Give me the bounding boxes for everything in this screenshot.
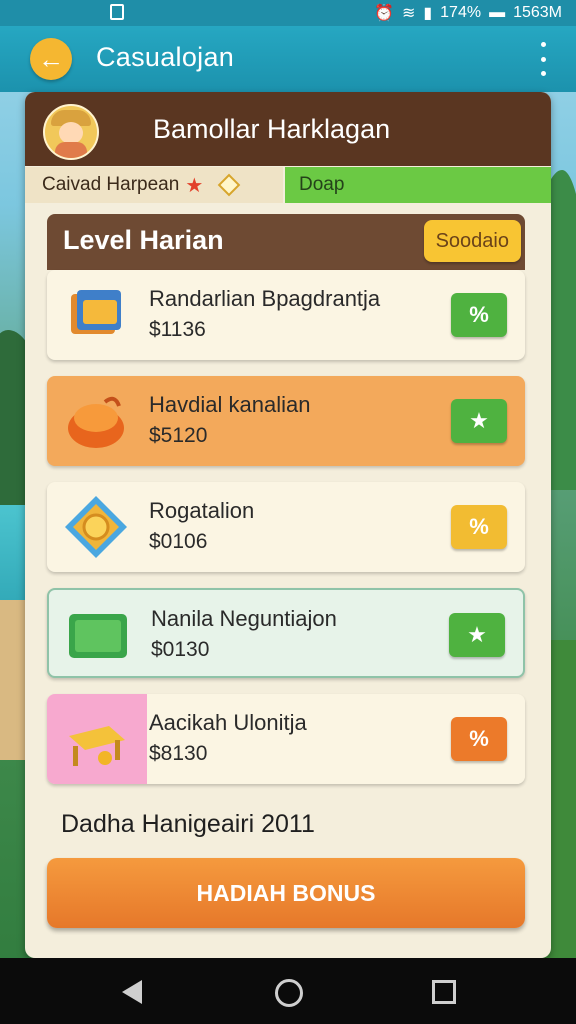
- level-action-button[interactable]: Soodaio: [423, 220, 521, 262]
- stack-icon: [71, 290, 121, 334]
- diamond-icon: [217, 173, 241, 197]
- nav-back-icon[interactable]: [122, 980, 142, 1004]
- level-item[interactable]: Rogatalion $0106 %: [47, 482, 525, 572]
- item-price: $5120: [149, 424, 208, 447]
- chair-icon: [69, 726, 125, 766]
- item-price: $1136: [149, 318, 206, 341]
- more-dot: [540, 56, 546, 62]
- level-item[interactable]: Randarlian Bpagdrantja $1136 %: [47, 270, 525, 360]
- item-action-button[interactable]: ★: [451, 399, 507, 443]
- signal-icon: ▮: [423, 5, 433, 22]
- app-bar: ← Casualojan: [0, 26, 576, 92]
- status-right: ⏰ ≋ ▮ 174% ▬ 1563M: [374, 3, 562, 23]
- status-bar: ⏰ ≋ ▮ 174% ▬ 1563M: [0, 0, 576, 26]
- item-action-button[interactable]: %: [451, 505, 507, 549]
- level-item[interactable]: Aacikah Ulonitja $8130 %: [47, 694, 525, 784]
- back-button[interactable]: ←: [30, 38, 72, 80]
- bonus-text: Dadha Hanigeairi 2011: [61, 810, 315, 838]
- item-name: Havdial kanalian: [149, 392, 311, 417]
- navigation-bar: [0, 958, 576, 1024]
- avatar-body: [55, 142, 87, 158]
- star-icon: ★: [185, 174, 204, 197]
- item-name: Nanila Neguntiajon: [151, 606, 337, 631]
- tab-left[interactable]: Caivad Harpean ★: [25, 167, 283, 203]
- tab-left-label: Caivad Harpean: [42, 174, 180, 195]
- alarm-icon: ⏰: [374, 5, 394, 22]
- avatar[interactable]: [43, 104, 99, 160]
- notification-icon: [110, 4, 124, 20]
- nav-recents-icon[interactable]: [432, 980, 456, 1004]
- app-title: Casualojan: [96, 42, 235, 72]
- battery-icon: ▬: [489, 4, 506, 21]
- card-header: Bamollar Harklagan: [25, 92, 551, 166]
- level-panel: Level Harian Soodaio Randarlian Bpagdran…: [47, 214, 525, 894]
- wifi-icon: ≋: [401, 5, 416, 22]
- item-price: $8130: [149, 742, 208, 765]
- item-price: $0130: [151, 638, 210, 661]
- card-title: Bamollar Harklagan: [153, 114, 391, 144]
- level-item[interactable]: Havdial kanalian $5120 ★: [47, 376, 525, 466]
- level-item[interactable]: Nanila Neguntiajon $0130 ★: [47, 588, 525, 678]
- item-name: Randarlian Bpagdrantja: [149, 286, 381, 311]
- main-card: Bamollar Harklagan Caivad Harpean ★ Doap…: [25, 92, 551, 958]
- nav-home-icon[interactable]: [275, 979, 303, 1007]
- item-action-button[interactable]: ★: [449, 613, 505, 657]
- bonus-button[interactable]: HADIAH BONUS: [47, 858, 525, 928]
- gift-box-icon: [69, 614, 127, 658]
- item-price: $0106: [149, 530, 208, 553]
- more-options-button[interactable]: [536, 42, 550, 76]
- more-vert-icon: [540, 42, 546, 47]
- emblem-icon: [65, 496, 127, 558]
- level-title: Level Harian: [63, 225, 224, 255]
- item-name: Rogatalion: [149, 498, 255, 523]
- avatar-face: [59, 122, 83, 144]
- more-dot: [540, 71, 546, 76]
- battery-text: 174%: [440, 4, 482, 21]
- item-action-button[interactable]: %: [451, 717, 507, 761]
- level-header: Level Harian Soodaio: [47, 214, 525, 270]
- tab-right[interactable]: Doap: [285, 167, 551, 203]
- item-action-button[interactable]: %: [451, 293, 507, 337]
- pot-icon: [68, 396, 124, 448]
- item-name: Aacikah Ulonitja: [149, 710, 307, 735]
- back-arrow-icon: ←: [38, 43, 64, 74]
- tab-right-label: Doap: [299, 174, 345, 195]
- clock: 1563M: [513, 4, 562, 21]
